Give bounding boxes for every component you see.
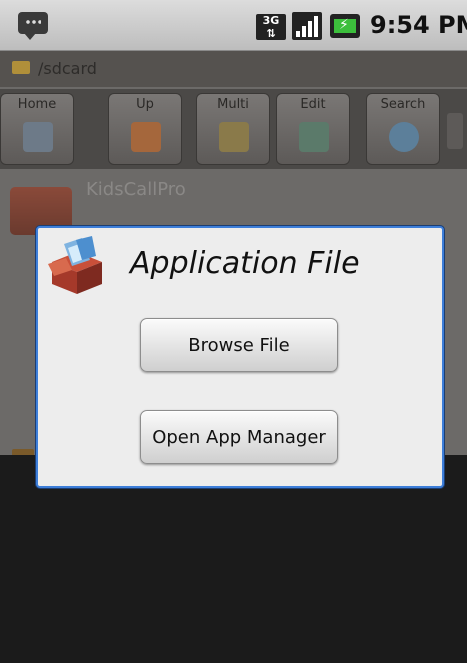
current-path: /sdcard <box>38 59 97 78</box>
toolbar-scroll-right-icon[interactable] <box>447 113 463 149</box>
application-file-dialog: Application File Browse File Open App Ma… <box>36 226 444 488</box>
message-notification-icon[interactable] <box>18 12 48 40</box>
search-icon <box>389 122 419 152</box>
edit-button-label: Edit <box>300 97 326 112</box>
list-item[interactable]: KidsCallPro <box>0 175 467 235</box>
package-box-icon <box>48 236 102 294</box>
edit-button[interactable]: Edit <box>276 93 350 165</box>
open-app-manager-button[interactable]: Open App Manager <box>140 410 338 464</box>
edit-icon <box>299 122 329 152</box>
multi-select-icon <box>219 122 249 152</box>
network-3g-icon: 3G ⇅ <box>256 14 286 40</box>
battery-charging-icon: ⚡ <box>330 14 360 38</box>
up-folder-icon <box>131 122 161 152</box>
status-bar: 3G⇅ ⚡ 9:54 PM <box>0 0 467 51</box>
search-button-label: Search <box>380 97 426 112</box>
toolbar: Home Up Multi Edit Search <box>0 89 467 169</box>
home-button-label: Home <box>17 97 57 112</box>
multi-button-label: Multi <box>217 97 249 112</box>
home-button[interactable]: Home <box>0 93 74 165</box>
network-type-label: 3G <box>262 14 280 27</box>
folder-icon <box>12 61 30 74</box>
dialog-title: Application File <box>130 246 360 281</box>
up-button-label: Up <box>136 97 154 112</box>
multi-button[interactable]: Multi <box>196 93 270 165</box>
home-icon <box>23 122 53 152</box>
browse-file-button[interactable]: Browse File <box>140 318 338 372</box>
path-bar: /sdcard <box>0 51 467 87</box>
up-button[interactable]: Up <box>108 93 182 165</box>
signal-strength-icon <box>292 12 322 40</box>
status-clock: 9:54 PM <box>370 11 467 39</box>
search-button[interactable]: Search <box>366 93 440 165</box>
file-name: KidsCallPro <box>86 179 186 200</box>
